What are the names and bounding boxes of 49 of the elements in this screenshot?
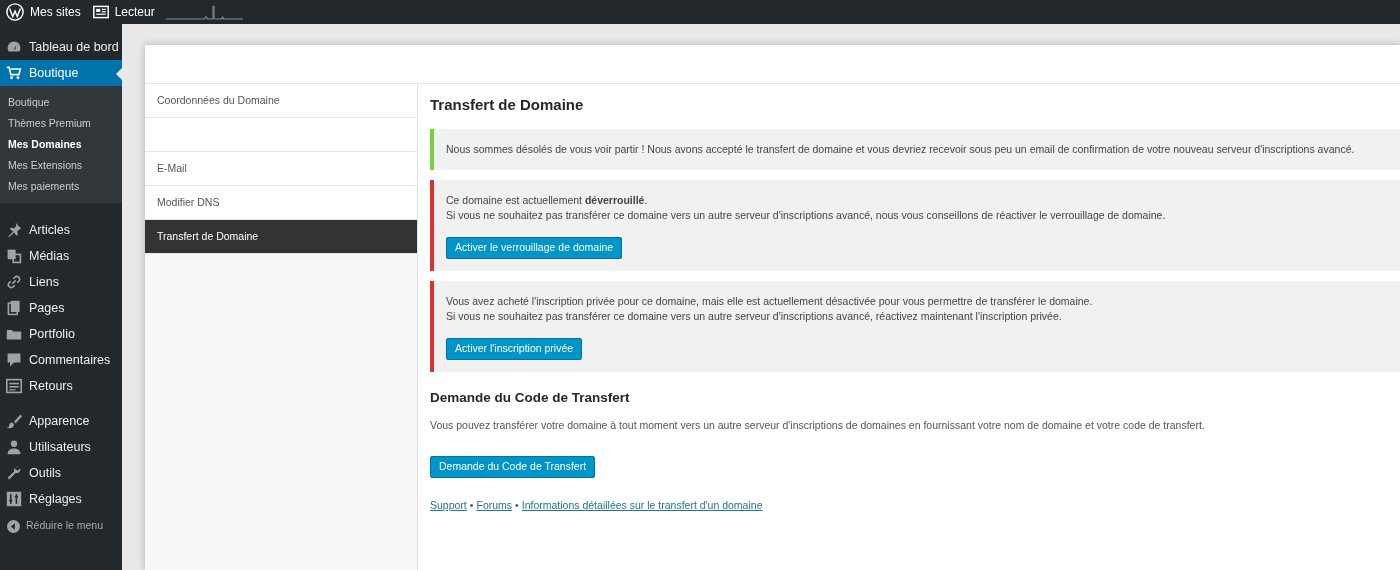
modal-nav-tab[interactable]: E-Mail: [145, 152, 417, 186]
pages-icon: [6, 300, 22, 316]
submenu-item[interactable]: Mes paiements: [0, 176, 122, 197]
submenu-item[interactable]: Boutique: [0, 92, 122, 113]
page-title: Transfert de Domaine: [430, 95, 585, 115]
collapse-menu-button[interactable]: Réduire le menu: [0, 513, 122, 539]
sidebar-menu-item[interactable]: Tableau de bord: [0, 34, 122, 60]
sidebar-menu-item[interactable]: Boutique: [0, 60, 122, 86]
notice-message: Vous avez acheté l'inscription privée pour ce domaine, mais elle est actuellement désactivée pour vous permettre de transférer le domaine. Si vous ne souhaitez pas transférer ce domaine vers un autre serveur d'inscriptions avancé, réactivez maintenant l'inscription privée.: [446, 293, 1094, 324]
sidebar-menu-item[interactable]: Réglages: [0, 486, 122, 512]
modal-nav-tab[interactable]: Modifier DNS: [145, 186, 417, 220]
help-link[interactable]: Support: [430, 497, 467, 514]
submenu-item[interactable]: Mes Domaines: [0, 134, 122, 155]
sidebar-menu-item[interactable]: Utilisateurs: [0, 434, 122, 460]
link-separator: •: [515, 497, 519, 513]
link-icon: [6, 274, 22, 290]
help-link[interactable]: Forums: [476, 497, 513, 514]
link-separator: •: [469, 497, 474, 513]
sidebar-menu-item[interactable]: Médias: [0, 243, 122, 269]
sidebar-menu-item[interactable]: Retours: [0, 373, 122, 399]
help-link[interactable]: Informations détaillées sur le transfert d'un domaine: [521, 497, 763, 514]
notice-message: Ce domaine est actuellement déverrouillé. Si vous ne souhaitez pas transférer ce domaine vers un autre serveur d'inscriptions avancé, nous vous conseillons de réactiver le verrouillage de domaine.: [446, 192, 1167, 223]
sidebar-menu-item[interactable]: Commentaires: [0, 347, 122, 373]
pushpin-icon: [6, 222, 22, 238]
settings-icon: [6, 491, 22, 507]
admin-bar-link[interactable]: Lecteur: [90, 3, 157, 21]
menu-pointer-icon: [116, 68, 122, 80]
section-heading: Demande du Code de Transfert: [430, 388, 631, 407]
cart-icon: [6, 65, 22, 81]
list-icon: [6, 378, 22, 394]
sidebar-menu-item[interactable]: Outils: [0, 460, 122, 486]
admin-bar-link[interactable]: Mes sites: [4, 3, 83, 21]
notice-message: Nous sommes désolés de vous voir partir ! Nous avons accepté le transfert de domaine et vous devriez recevoir sous peu un email de confirmation de votre nouveau serveur d'inscriptions avancé.: [446, 141, 1356, 157]
sidebar-menu-item[interactable]: Pages: [0, 295, 122, 321]
newspaper-icon: [92, 4, 109, 20]
user-icon: [6, 439, 22, 455]
sidebar-menu-item[interactable]: Apparence: [0, 408, 122, 434]
brush-icon: [6, 413, 22, 429]
sidebar-menu-item[interactable]: Liens: [0, 269, 122, 295]
modal-nav-tab[interactable]: Coordonnées du Domaine: [145, 84, 417, 118]
media-icon: [6, 248, 22, 264]
comment-icon: [6, 352, 22, 368]
wordpress-logo-icon: [6, 3, 24, 21]
sidebar-menu-item[interactable]: Articles: [0, 217, 122, 243]
sidebar-menu-item[interactable]: Portfolio: [0, 321, 122, 347]
section-description: Vous pouvez transférer votre domaine à tout moment vers un autre serveur d'inscriptions de domaines en fournissant votre nom de domaine et votre code de transfert.: [430, 417, 1206, 433]
modal-nav-tab[interactable]: Transfert de Domaine: [145, 220, 417, 254]
submenu-item[interactable]: Thèmes Premium: [0, 113, 122, 134]
submenu-item[interactable]: Mes Extensions: [0, 155, 122, 176]
